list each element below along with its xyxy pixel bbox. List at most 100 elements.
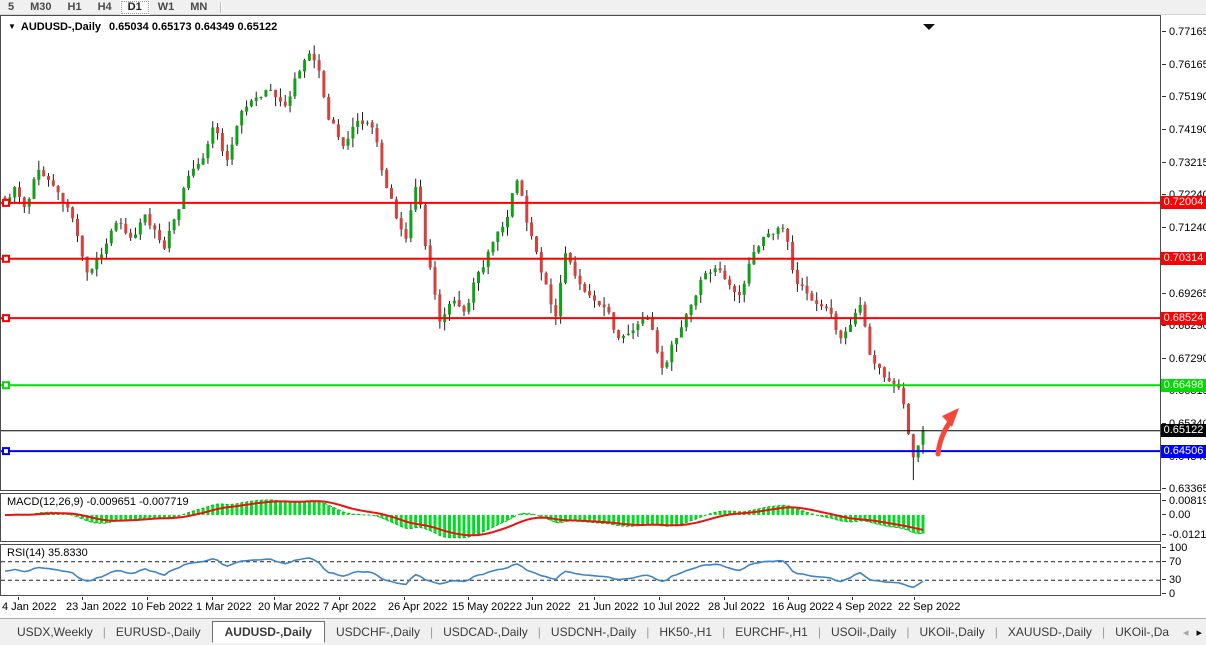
date-tick — [404, 597, 405, 600]
date-label: 26 Apr 2022 — [388, 601, 447, 613]
date-label: 10 Jul 2022 — [643, 601, 700, 613]
macd-axis-label: -0.012121 — [1169, 529, 1206, 541]
current-price-badge: 0.65122 — [1161, 424, 1206, 437]
timeframe-button-5[interactable]: 5 — [0, 0, 22, 15]
hline-handle-0.66498[interactable] — [3, 382, 9, 388]
price-tick-label: 0.73215 — [1169, 157, 1206, 169]
tab-xauusd-daily[interactable]: XAUUSD-,Daily — [999, 623, 1101, 641]
rsi-label: RSI(14) 35.8330 — [7, 547, 88, 559]
rsi-axis-label: 0 — [1169, 588, 1175, 600]
price-level-badge-0.72004: 0.72004 — [1161, 196, 1206, 209]
chart-shift-marker-icon[interactable] — [923, 24, 935, 30]
date-tick — [914, 597, 915, 600]
price-level-badge-0.64506: 0.64506 — [1161, 445, 1206, 458]
price-tick-label: 0.74190 — [1169, 124, 1206, 136]
macd-label: MACD(12,26,9) -0.009651 -0.007719 — [7, 496, 189, 508]
horizontal-lines-group — [1, 200, 1160, 454]
hline-handle-0.68524[interactable] — [3, 315, 9, 321]
tab-audusd-daily[interactable]: AUDUSD-,Daily — [212, 621, 325, 643]
rsi-axis-label: 30 — [1169, 574, 1181, 586]
rsi-chart — [1, 545, 1160, 595]
timeframe-button-h1[interactable]: H1 — [60, 0, 90, 15]
date-axis[interactable]: 4 Jan 2022 23 Jan 2022 10 Feb 20221 Mar 20… — [0, 597, 1161, 617]
tab-hk50-h1[interactable]: HK50-,H1 — [650, 623, 721, 641]
price-tick-label: 0.77165 — [1169, 26, 1206, 38]
date-tick — [594, 597, 595, 600]
date-label: 4 Sep 2022 — [836, 601, 892, 613]
price-tick-label: 0.71240 — [1169, 222, 1206, 234]
date-tick — [468, 597, 469, 600]
date-tick — [339, 597, 340, 600]
tab-usdchf-daily[interactable]: USDCHF-,Daily — [327, 623, 429, 641]
tab-eurusd-daily[interactable]: EURUSD-,Daily — [107, 623, 210, 641]
date-label: 20 Mar 2022 — [258, 601, 320, 613]
rsi-axis-label: 70 — [1169, 556, 1181, 568]
timeframe-button-w1[interactable]: W1 — [150, 0, 183, 15]
date-tick — [147, 597, 148, 600]
tab-scroll-left-icon[interactable]: ◂ — [1183, 626, 1189, 639]
macd-axis-label: 0.00 — [1169, 509, 1190, 521]
timeframe-toolbar: 5M30H1H4D1W1MN — [0, 0, 1206, 15]
chart-tabs: USDX,Weekly|EURUSD-,DailyAUDUSD-,DailyUS… — [0, 619, 1176, 645]
price-level-badge-0.70314: 0.70314 — [1161, 252, 1206, 265]
date-tick — [82, 597, 83, 600]
tab-usoil-daily[interactable]: USOil-,Daily — [822, 623, 905, 641]
chart-symbol-label: AUDUSD-,Daily — [21, 21, 101, 33]
tab-ukoil-da[interactable]: UKOil-,Da — [1106, 623, 1176, 641]
rsi-axis-label-tick — [1162, 579, 1166, 580]
date-tick — [788, 597, 789, 600]
macd-indicator-pane[interactable]: MACD(12,26,9) -0.009651 -0.007719 — [0, 493, 1161, 542]
candlestick-chart[interactable] — [1, 16, 1160, 490]
hline-handle-0.64506[interactable] — [3, 448, 9, 454]
chart-ohlc-values: 0.65034 0.65173 0.64349 0.65122 — [109, 21, 277, 33]
price-tick-label-tick — [1162, 64, 1166, 65]
price-tick-label-tick — [1162, 325, 1166, 326]
date-tick — [724, 597, 725, 600]
price-chart-canvas[interactable]: ▼ AUDUSD-,Daily 0.65034 0.65173 0.64349 0.… — [0, 15, 1161, 491]
price-level-badge-0.68524: 0.68524 — [1161, 312, 1206, 325]
macd-axis-label-tick — [1162, 514, 1166, 515]
timeframe-button-m30[interactable]: M30 — [22, 0, 59, 15]
macd-axis-label-tick — [1162, 534, 1166, 535]
rsi-axis-label-tick — [1162, 593, 1166, 594]
date-label: 1 Mar 2022 — [196, 601, 252, 613]
price-tick-label-tick — [1162, 162, 1166, 163]
price-tick-label-tick — [1162, 194, 1166, 195]
date-label: 16 Aug 2022 — [772, 601, 834, 613]
date-label: 23 Jan 2022 — [66, 601, 127, 613]
tab-eurchf-h1[interactable]: EURCHF-,H1 — [726, 623, 817, 641]
date-label: 28 Jul 2022 — [708, 601, 765, 613]
tab-ukoil-daily[interactable]: UKOil-,Daily — [910, 623, 993, 641]
price-tick-label-tick — [1162, 96, 1166, 97]
rsi-axis-label: 100 — [1169, 542, 1187, 554]
price-tick-label: 0.67290 — [1169, 353, 1206, 365]
timeframe-button-d1[interactable]: D1 — [120, 0, 150, 15]
tab-usdcnh-daily[interactable]: USDCNH-,Daily — [542, 623, 645, 641]
candles-group — [4, 45, 925, 480]
rsi-line — [5, 558, 923, 587]
chart-dropdown-icon[interactable]: ▼ — [8, 22, 16, 31]
price-tick-label-tick — [1162, 358, 1166, 359]
date-tick — [532, 597, 533, 600]
hline-handle-0.70314[interactable] — [3, 256, 9, 262]
price-axis[interactable]: 0.771650.761650.751900.741900.732150.722… — [1161, 15, 1206, 616]
timeframe-button-h4[interactable]: H4 — [90, 0, 120, 15]
tab-scroll-right-icon[interactable]: ▸ — [1196, 626, 1202, 639]
rsi-indicator-pane[interactable]: RSI(14) 35.8330 — [0, 544, 1161, 596]
date-label: 15 May 2022 — [452, 601, 516, 613]
tab-usdcad-daily[interactable]: USDCAD-,Daily — [434, 623, 537, 641]
macd-axis-label-tick — [1162, 500, 1166, 501]
timeframe-button-mn[interactable]: MN — [182, 0, 215, 15]
tab-usdx-weekly[interactable]: USDX,Weekly — [8, 623, 102, 641]
mt4-chart-window: 5M30H1H4D1W1MN ▼ AUDUSD-,Daily 0.65034 0.6… — [0, 0, 1206, 645]
date-tick — [18, 597, 19, 600]
price-tick-label-tick — [1162, 488, 1166, 489]
price-tick-label: 0.76165 — [1169, 59, 1206, 71]
date-label: 10 Feb 2022 — [131, 601, 193, 613]
chart-title: ▼ AUDUSD-,Daily 0.65034 0.65173 0.64349 0.… — [8, 21, 277, 33]
price-tick-label-tick — [1162, 227, 1166, 228]
hline-handle-0.72004[interactable] — [3, 200, 9, 206]
date-tick — [212, 597, 213, 600]
date-label: 4 Jan 2022 — [2, 601, 56, 613]
price-tick-label: 0.75190 — [1169, 91, 1206, 103]
